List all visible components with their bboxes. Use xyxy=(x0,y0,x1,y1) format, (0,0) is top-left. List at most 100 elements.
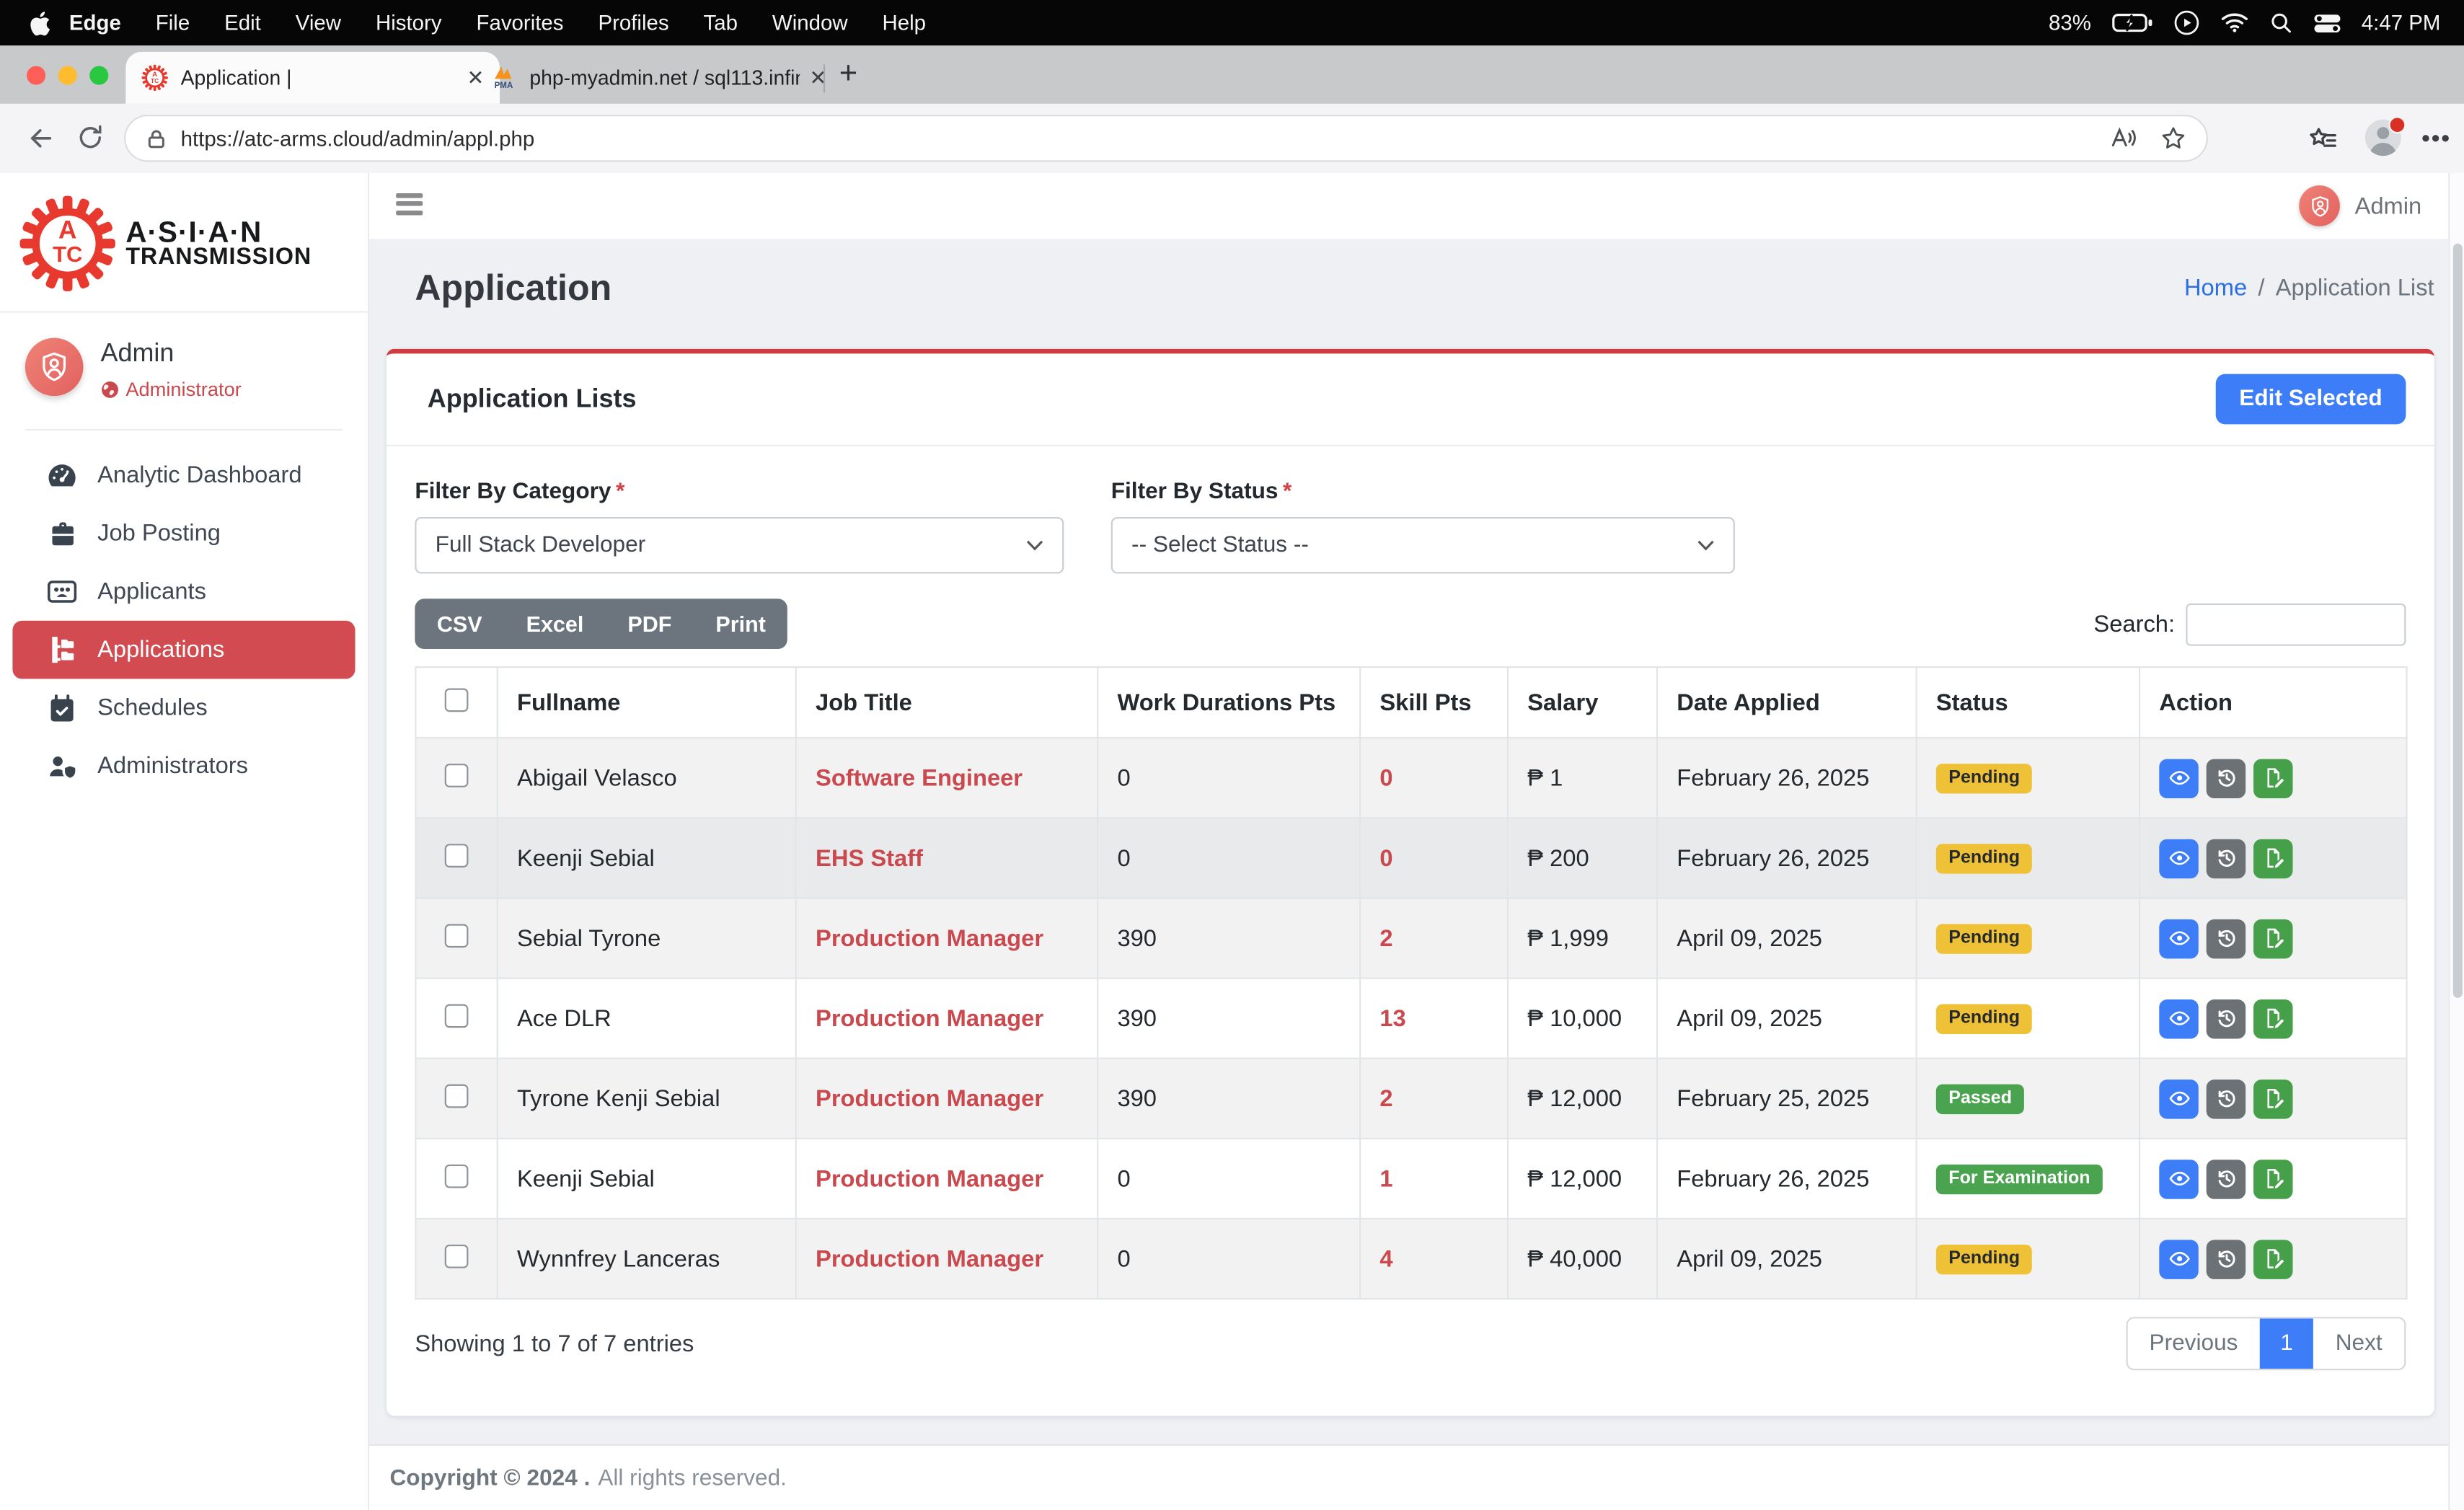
view-button[interactable] xyxy=(2159,1239,2198,1278)
edit-button[interactable] xyxy=(2253,1239,2292,1278)
refresh-icon[interactable] xyxy=(76,123,107,154)
row-checkbox[interactable] xyxy=(445,843,469,867)
new-tab-button[interactable]: + xyxy=(839,56,857,92)
view-button[interactable] xyxy=(2159,919,2198,958)
sidebar-item-applications[interactable]: Applications xyxy=(12,621,355,679)
view-button[interactable] xyxy=(2159,1079,2198,1118)
view-button[interactable] xyxy=(2159,999,2198,1038)
scrollbar-thumb[interactable] xyxy=(2452,244,2462,998)
row-checkbox[interactable] xyxy=(445,763,469,787)
close-window-button[interactable] xyxy=(27,66,45,85)
history-button[interactable] xyxy=(2207,1159,2246,1198)
excel-button[interactable]: Excel xyxy=(504,599,606,649)
column-header-work-durations-pts[interactable]: Work Durations Pts xyxy=(1098,667,1360,738)
job-title-link[interactable]: EHS Staff xyxy=(816,844,923,871)
favorites-list-icon[interactable] xyxy=(2307,124,2339,156)
cell-select[interactable] xyxy=(415,1059,497,1139)
edit-button[interactable] xyxy=(2253,839,2292,878)
view-button[interactable] xyxy=(2159,758,2198,797)
column-header-date-applied[interactable]: Date Applied xyxy=(1657,667,1917,738)
print-button[interactable]: Print xyxy=(694,599,788,649)
menubar-item-profiles[interactable]: Profiles xyxy=(581,11,686,35)
read-aloud-icon[interactable] xyxy=(2109,124,2137,152)
select-all-checkbox[interactable] xyxy=(445,687,469,711)
menubar-item-history[interactable]: History xyxy=(358,11,459,35)
favorite-star-icon[interactable] xyxy=(2159,124,2187,152)
history-button[interactable] xyxy=(2207,1079,2246,1118)
tab-application[interactable]: ATC Application | ✕ xyxy=(125,52,500,104)
minimize-window-button[interactable] xyxy=(58,66,77,85)
menubar-item-edge[interactable]: Edge xyxy=(52,11,138,35)
pdf-button[interactable]: PDF xyxy=(606,599,694,649)
play-circle-icon[interactable] xyxy=(2173,9,2199,36)
sidebar-toggle-icon[interactable] xyxy=(396,193,423,219)
history-button[interactable] xyxy=(2207,999,2246,1038)
cell-select[interactable] xyxy=(415,979,497,1059)
menubar-item-favorites[interactable]: Favorites xyxy=(459,11,581,35)
column-header-fullname[interactable]: Fullname xyxy=(498,667,796,738)
tab-phpmyadmin[interactable]: PMA php-myadmin.net / sql113.infin ✕ xyxy=(474,52,842,104)
job-title-link[interactable]: Production Manager xyxy=(816,924,1043,951)
breadcrumb-home-link[interactable]: Home xyxy=(2184,275,2247,301)
history-button[interactable] xyxy=(2207,758,2246,797)
cell-select[interactable] xyxy=(415,738,497,818)
topbar-user-chip[interactable]: Admin xyxy=(2300,185,2421,226)
column-header-skill-pts[interactable]: Skill Pts xyxy=(1360,667,1508,738)
select-all-header[interactable] xyxy=(415,667,497,738)
edit-button[interactable] xyxy=(2253,999,2292,1038)
search-input[interactable] xyxy=(2186,603,2406,645)
job-title-link[interactable]: Production Manager xyxy=(816,1245,1043,1272)
menubar-item-file[interactable]: File xyxy=(138,11,207,35)
page-scrollbar[interactable] xyxy=(2448,173,2464,1510)
address-bar[interactable]: https://atc-arms.cloud/admin/appl.php xyxy=(124,115,2208,162)
edit-button[interactable] xyxy=(2253,1079,2292,1118)
sidebar-item-analytic-dashboard[interactable]: Analytic Dashboard xyxy=(0,446,368,505)
job-title-link[interactable]: Production Manager xyxy=(816,1005,1043,1032)
wifi-icon[interactable] xyxy=(2220,12,2248,32)
sidebar-item-job-posting[interactable]: Job Posting xyxy=(0,505,368,563)
filter-status-select[interactable]: -- Select Status -- xyxy=(1111,517,1735,573)
browser-menu-icon[interactable]: ••• xyxy=(2421,125,2451,152)
history-button[interactable] xyxy=(2207,1239,2246,1278)
lock-icon[interactable] xyxy=(144,126,168,150)
pagination-page-1[interactable]: 1 xyxy=(2260,1318,2313,1369)
cell-select[interactable] xyxy=(415,1219,497,1299)
zoom-window-button[interactable] xyxy=(89,66,108,85)
column-header-job-title[interactable]: Job Title xyxy=(796,667,1098,738)
back-icon[interactable] xyxy=(25,123,57,154)
control-center-icon[interactable] xyxy=(2313,12,2341,34)
cell-select[interactable] xyxy=(415,818,497,898)
pagination-previous[interactable]: Previous xyxy=(2127,1318,2260,1369)
brand[interactable]: ATC A·S·I·A·N TRANSMISSION xyxy=(0,173,368,313)
menubar-item-help[interactable]: Help xyxy=(865,11,943,35)
csv-button[interactable]: CSV xyxy=(415,599,504,649)
job-title-link[interactable]: Software Engineer xyxy=(816,764,1023,791)
cell-select[interactable] xyxy=(415,898,497,978)
spotlight-search-icon[interactable] xyxy=(2269,11,2292,35)
menubar-item-tab[interactable]: Tab xyxy=(686,11,755,35)
column-header-action[interactable]: Action xyxy=(2140,667,2406,738)
sidebar-item-administrators[interactable]: Administrators xyxy=(0,737,368,795)
column-header-salary[interactable]: Salary xyxy=(1508,667,1657,738)
pagination-next[interactable]: Next xyxy=(2313,1318,2404,1369)
column-header-status[interactable]: Status xyxy=(1917,667,2140,738)
cell-select[interactable] xyxy=(415,1139,497,1219)
edit-button[interactable] xyxy=(2253,919,2292,958)
history-button[interactable] xyxy=(2207,839,2246,878)
row-checkbox[interactable] xyxy=(445,1003,469,1027)
job-title-link[interactable]: Production Manager xyxy=(816,1085,1043,1112)
edit-button[interactable] xyxy=(2253,1159,2292,1198)
edit-button[interactable] xyxy=(2253,758,2292,797)
menubar-item-edit[interactable]: Edit xyxy=(207,11,278,35)
menubar-item-window[interactable]: Window xyxy=(755,11,865,35)
url-text[interactable]: https://atc-arms.cloud/admin/appl.php xyxy=(181,126,2087,150)
row-checkbox[interactable] xyxy=(445,923,469,947)
filter-category-select[interactable]: Full Stack Developer xyxy=(415,517,1064,573)
row-checkbox[interactable] xyxy=(445,1084,469,1108)
edit-selected-button[interactable]: Edit Selected xyxy=(2216,374,2406,425)
row-checkbox[interactable] xyxy=(445,1164,469,1188)
job-title-link[interactable]: Production Manager xyxy=(816,1165,1043,1192)
menubar-item-view[interactable]: View xyxy=(278,11,358,35)
sidebar-item-applicants[interactable]: Applicants xyxy=(0,562,368,621)
row-checkbox[interactable] xyxy=(445,1244,469,1268)
